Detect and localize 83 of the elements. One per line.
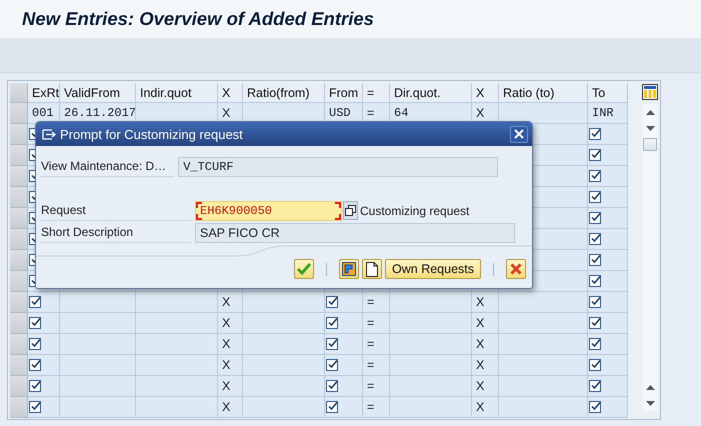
checkbox[interactable] [589, 233, 601, 245]
checkbox[interactable] [29, 296, 41, 308]
checkbox[interactable] [29, 380, 41, 392]
checkbox[interactable] [326, 317, 338, 329]
column-header[interactable]: X [218, 83, 243, 103]
table-cell: X [218, 313, 243, 334]
checkbox[interactable] [589, 401, 601, 413]
checkbox[interactable] [589, 254, 601, 266]
checkbox[interactable] [326, 359, 338, 371]
column-header[interactable]: ExRt [28, 83, 60, 103]
column-header[interactable]: Ratio(from) [243, 83, 325, 103]
scroll-up-icon[interactable] [646, 384, 654, 390]
checkbox[interactable] [589, 170, 601, 182]
checkbox[interactable] [326, 380, 338, 392]
checkbox[interactable] [589, 296, 601, 308]
scroll-down-icon[interactable] [646, 126, 654, 130]
column-header[interactable]: From [325, 83, 363, 103]
screen-title: New Entries: Overview of Added Entries [22, 8, 374, 30]
checkbox[interactable] [29, 401, 41, 413]
field-label: Short Description [40, 222, 191, 243]
table-cell: = [363, 397, 390, 418]
field-label: Request [40, 200, 191, 221]
column-settings-icon[interactable] [642, 84, 658, 100]
table-cell: X [218, 355, 243, 376]
checkbox[interactable] [589, 191, 601, 203]
table-cell: X [472, 355, 499, 376]
display-field: SAP FICO CR [195, 222, 515, 242]
checkbox[interactable] [589, 317, 601, 329]
table-cell: X [218, 376, 243, 397]
checkbox[interactable] [589, 338, 601, 350]
document-icon[interactable] [366, 262, 378, 276]
copy-icon[interactable] [345, 205, 356, 216]
column-header[interactable]: = [363, 83, 390, 103]
new-button[interactable] [362, 259, 382, 279]
table-cell: = [363, 355, 390, 376]
checkbox[interactable] [589, 380, 601, 392]
table-cell: X [472, 313, 499, 334]
dialog-title: Prompt for Customizing request [60, 126, 244, 142]
field-label: View Maintenance: D… [40, 156, 174, 177]
column-header[interactable]: ValidFrom [60, 83, 136, 103]
prompt-icon [42, 128, 56, 140]
cancel-button[interactable] [506, 259, 526, 279]
checkbox[interactable] [326, 338, 338, 350]
scroll-down-icon[interactable] [646, 400, 654, 406]
table-cell: = [363, 334, 390, 355]
table-cell: X [472, 334, 499, 355]
close-button[interactable] [510, 126, 528, 142]
table-cell: = [363, 313, 390, 334]
copy-button[interactable] [343, 201, 358, 220]
checkbox[interactable] [29, 359, 41, 371]
checkbox[interactable] [29, 338, 41, 350]
checkbox[interactable] [589, 275, 601, 287]
checkbox[interactable] [589, 212, 601, 224]
column-header[interactable]: X [472, 83, 499, 103]
checkbox[interactable] [589, 149, 601, 161]
column-header[interactable]: Indir.quot [136, 83, 218, 103]
table-cell: X [218, 334, 243, 355]
column-header[interactable]: Ratio (to) [499, 83, 588, 103]
table-cell: X [218, 292, 243, 313]
table-cell: = [363, 376, 390, 397]
table-cell: = [363, 292, 390, 313]
own-requests-button[interactable]: Own Requests [385, 259, 481, 279]
checkbox[interactable] [326, 296, 338, 308]
checkbox[interactable] [589, 128, 601, 140]
checkbox[interactable] [589, 359, 601, 371]
table-cell: X [472, 397, 499, 418]
cancel-icon[interactable] [510, 263, 522, 275]
column-header[interactable]: Dir.quot. [390, 83, 472, 103]
scroll-up-icon[interactable] [646, 110, 654, 114]
table-cell: INR [588, 103, 628, 124]
close-icon[interactable] [514, 129, 524, 139]
confirm-button[interactable] [294, 259, 314, 279]
table-cell: X [218, 397, 243, 418]
column-header[interactable]: To [588, 83, 628, 103]
input-field[interactable]: EH6K900050 [195, 200, 342, 220]
table-cell: X [472, 376, 499, 397]
checkbox[interactable] [326, 401, 338, 413]
display-field: V_TCURF [178, 156, 498, 176]
field-description: Customizing request [360, 204, 470, 218]
table-cell: X [472, 292, 499, 313]
scroll-thumb[interactable] [643, 138, 657, 151]
checkbox[interactable] [29, 317, 41, 329]
checkmark-icon[interactable] [297, 263, 312, 275]
